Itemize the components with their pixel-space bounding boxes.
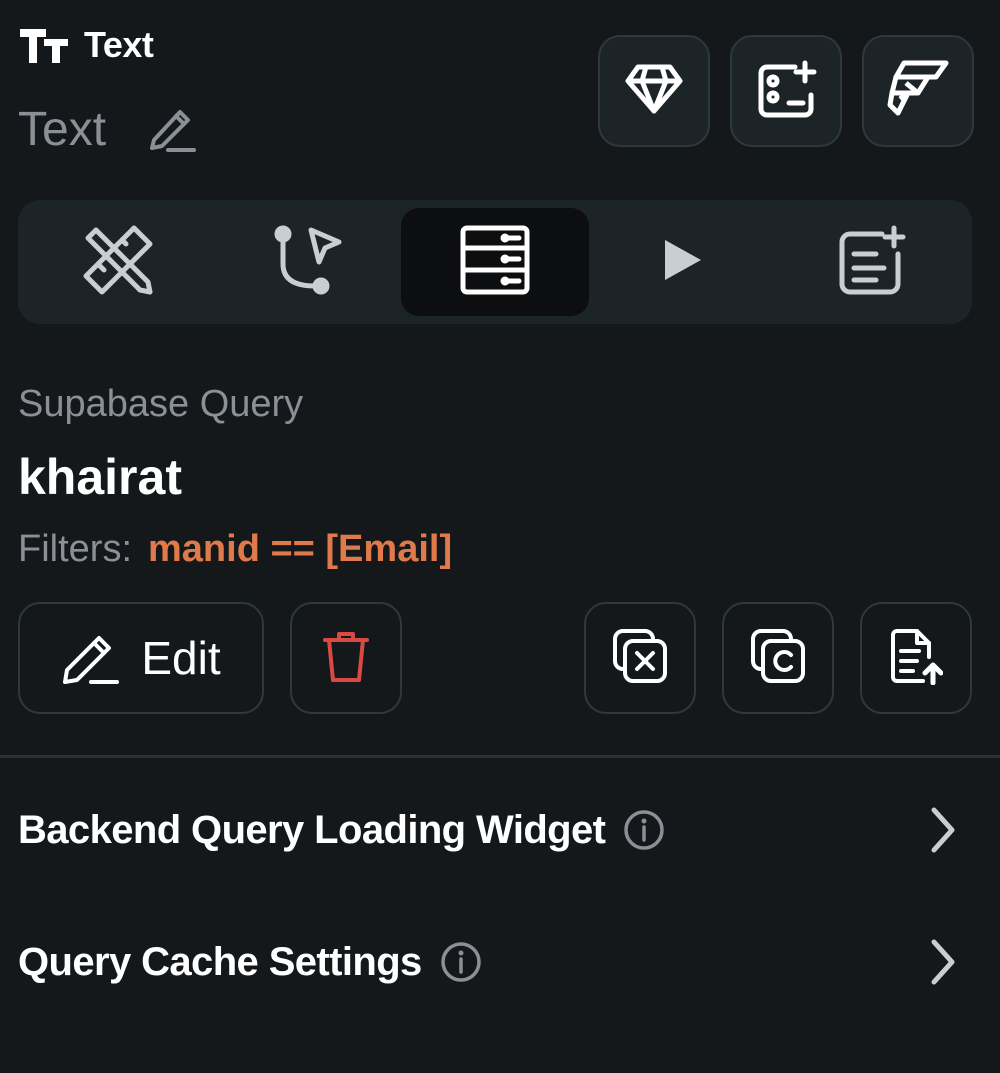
widget-type-label: Text	[84, 24, 154, 65]
tab-actions[interactable]	[212, 208, 400, 316]
section-label: Backend Query Loading Widget	[18, 807, 606, 852]
filters-value: manid == [Email]	[148, 528, 453, 570]
tab-preview[interactable]	[589, 208, 777, 316]
query-action-row: Edit	[18, 602, 972, 714]
flutterflow-button[interactable]	[862, 35, 974, 147]
edit-query-button[interactable]: Edit	[18, 602, 264, 714]
delete-query-button[interactable]	[290, 602, 402, 714]
export-doc-icon	[889, 627, 944, 690]
widget-name-row: Text	[18, 100, 200, 159]
chevron-right-icon	[926, 938, 958, 986]
backend-query-server-icon	[459, 224, 531, 301]
export-button[interactable]	[860, 602, 972, 714]
flutterflow-icon	[886, 59, 950, 124]
tab-properties[interactable]	[24, 208, 212, 316]
premium-button[interactable]	[598, 35, 710, 147]
query-filters: Filters: manid == [Email]	[18, 528, 452, 571]
tab-notes[interactable]	[778, 208, 966, 316]
section-backend-query-loading-widget[interactable]: Backend Query Loading Widget	[18, 790, 958, 870]
actions-flow-cursor-icon	[271, 224, 343, 301]
trash-icon	[321, 628, 371, 689]
tab-backend-query[interactable]	[400, 208, 590, 316]
chevron-right-icon	[926, 806, 958, 854]
info-icon[interactable]	[440, 941, 482, 983]
text-widget-icon	[18, 25, 70, 65]
copy-c-icon	[749, 627, 807, 690]
info-icon[interactable]	[623, 809, 665, 851]
query-extra-actions	[584, 602, 972, 714]
variable-x-icon	[611, 627, 669, 690]
section-query-cache-settings[interactable]: Query Cache Settings	[18, 922, 958, 1002]
add-component-button[interactable]	[730, 35, 842, 147]
widget-type-header: Text	[18, 24, 154, 66]
play-icon	[661, 236, 705, 289]
edit-name-pencil-icon[interactable]	[146, 100, 200, 159]
variable-button[interactable]	[584, 602, 696, 714]
properties-panel: Text Text Supabase Query khairat Filters…	[0, 0, 1000, 1073]
pencil-icon	[61, 626, 121, 691]
edit-label: Edit	[141, 632, 221, 684]
query-name: khairat	[18, 449, 182, 505]
add-note-icon	[836, 224, 908, 301]
add-component-icon	[755, 59, 817, 124]
panel-tabs	[18, 200, 972, 324]
header-buttons	[598, 35, 974, 147]
copy-button[interactable]	[722, 602, 834, 714]
section-label: Query Cache Settings	[18, 939, 422, 984]
widget-name-label: Text	[18, 103, 107, 156]
filters-label: Filters:	[18, 528, 132, 570]
diamond-icon	[624, 63, 684, 120]
query-type-label: Supabase Query	[18, 383, 304, 425]
section-divider	[0, 755, 1000, 758]
properties-ruler-pencil-icon	[82, 224, 154, 301]
